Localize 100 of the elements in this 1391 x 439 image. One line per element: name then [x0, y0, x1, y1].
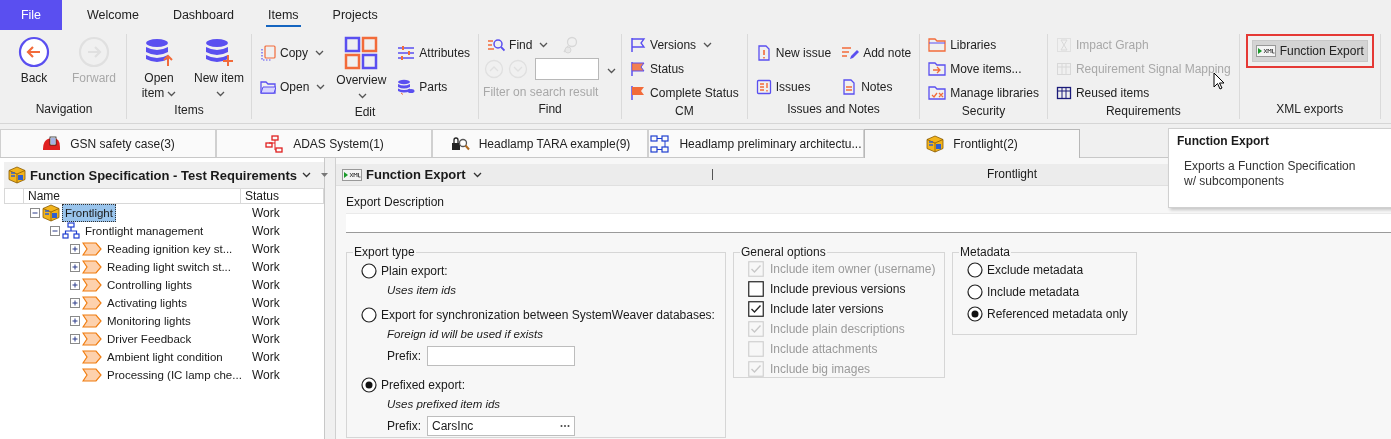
- folder-icon: [260, 79, 276, 95]
- expand-icon[interactable]: [70, 262, 80, 272]
- search-icon: [487, 38, 506, 52]
- more-icon: [560, 424, 570, 428]
- export-title[interactable]: Function Export: [342, 167, 712, 182]
- ribbon-button[interactable]: Parts: [393, 76, 452, 98]
- status-cell-text: Work: [251, 332, 280, 346]
- caret-icon: [703, 42, 713, 48]
- menu-tab[interactable]: Welcome: [72, 0, 154, 30]
- flag-icon: [630, 61, 647, 77]
- issue-list-icon: [755, 79, 772, 95]
- expand-icon[interactable]: [70, 244, 80, 254]
- tree-item[interactable]: Driver Feedback: [104, 330, 195, 348]
- flag-icon: [630, 37, 647, 53]
- hierarchy-icon: [62, 222, 80, 240]
- note-icon: [841, 79, 858, 95]
- checkbox-option[interactable]: Include later versions: [748, 299, 936, 319]
- ribbon-button[interactable]: Status: [626, 58, 689, 80]
- caret-icon: [607, 68, 617, 74]
- expand-icon[interactable]: [70, 316, 80, 326]
- note-edit-icon: [841, 45, 860, 61]
- ribbon-button[interactable]: Notes: [837, 76, 897, 98]
- description-field[interactable]: [346, 213, 1391, 233]
- ribbon-button[interactable]: Add note: [837, 42, 916, 64]
- ribbon-button[interactable]: Move items...: [924, 58, 1026, 80]
- folder-x-icon: [928, 85, 947, 101]
- group-label: XML exports: [1275, 102, 1345, 118]
- expand-icon[interactable]: [70, 298, 80, 308]
- tree-item[interactable]: Reading ignition key st...: [104, 240, 236, 258]
- folder-arrow-icon: [928, 61, 947, 77]
- file-menu-button[interactable]: File: [0, 0, 62, 30]
- radio-option[interactable]: Include metadata: [967, 281, 1128, 303]
- group-label: Requirements: [1104, 104, 1182, 119]
- prefix-field[interactable]: [427, 346, 575, 366]
- tree-item[interactable]: Reading light switch st...: [104, 258, 234, 276]
- ribbon-button[interactable]: Copy: [256, 42, 328, 64]
- tree-item[interactable]: Activating lights: [104, 294, 190, 312]
- menu-tab[interactable]: Projects: [317, 0, 393, 30]
- group-label: Find: [537, 102, 563, 118]
- document-tab[interactable]: Frontlight(2): [864, 129, 1080, 158]
- tree-item[interactable]: Monitoring lights: [104, 312, 194, 330]
- ribbon-button[interactable]: Attributes: [393, 42, 475, 64]
- database-icon: [397, 79, 416, 95]
- caret-icon: [316, 84, 326, 90]
- tree-item[interactable]: Ambient light condition: [104, 348, 226, 366]
- folder-icon: [928, 37, 947, 53]
- tree-item[interactable]: Frontlight: [62, 204, 116, 222]
- status-cell-text: Work: [251, 260, 280, 274]
- status-cell-text: Work: [251, 242, 280, 256]
- caret-icon: [302, 172, 311, 178]
- ribbon-button[interactable]: Open item: [131, 34, 187, 103]
- ribbon-button[interactable]: New issue: [751, 42, 836, 64]
- flag-icon: [630, 85, 647, 101]
- menu-tab[interactable]: Dashboard: [157, 0, 250, 30]
- document-tab[interactable]: Headlamp preliminary architectu...: [648, 129, 864, 157]
- column-header[interactable]: Name: [23, 189, 241, 203]
- document-tab[interactable]: GSN safety case(3): [0, 129, 216, 157]
- sliders-icon: [397, 45, 416, 61]
- ribbon-button[interactable]: Back: [6, 34, 62, 88]
- prefix-field[interactable]: CarsInc: [427, 416, 575, 436]
- table-icon: [1055, 85, 1072, 101]
- ribbon-button[interactable]: Reused items: [1051, 82, 1154, 104]
- expand-icon[interactable]: [70, 334, 80, 344]
- ribbon-button[interactable]: Issues: [751, 76, 815, 98]
- ribbon-button[interactable]: Complete Status: [626, 82, 743, 104]
- ribbon-button[interactable]: New item: [191, 34, 247, 103]
- ribbon-button[interactable]: Overview: [333, 34, 390, 105]
- copy-icon: [260, 45, 276, 61]
- status-cell-text: Work: [251, 206, 280, 220]
- collapse-icon[interactable]: [50, 226, 60, 236]
- radio-option[interactable]: Exclude metadata: [967, 259, 1128, 281]
- lock-search-icon: [449, 134, 470, 153]
- ribbon-button[interactable]: Libraries: [924, 34, 1001, 56]
- database-plus-icon: [203, 36, 235, 68]
- collapse-icon[interactable]: [30, 208, 40, 218]
- group-label: Items: [173, 103, 205, 119]
- tree-item[interactable]: Controlling lights: [104, 276, 195, 294]
- ribbon-button[interactable]: Manage libraries: [924, 82, 1043, 104]
- group-label: Security: [960, 104, 1007, 119]
- ribbon-button[interactable]: Versions: [626, 34, 717, 56]
- checkbox-option[interactable]: Include previous versions: [748, 279, 936, 299]
- status-cell-text: Work: [251, 224, 280, 238]
- radio-option[interactable]: Plain export:: [361, 261, 717, 281]
- xml-icon: [1255, 45, 1276, 57]
- ribbon-button[interactable]: Find: [483, 34, 553, 56]
- document-tab[interactable]: Headlamp TARA example(9): [432, 129, 648, 157]
- search-field[interactable]: [535, 58, 600, 80]
- ribbon-button[interactable]: Open: [256, 76, 330, 98]
- radio-option[interactable]: Prefixed export:: [361, 375, 717, 395]
- diagram-icon: [650, 134, 671, 153]
- hierarchy-icon: [264, 134, 285, 153]
- tree-item[interactable]: Processing (IC lamp che...: [104, 366, 245, 384]
- expand-icon[interactable]: [70, 280, 80, 290]
- column-header[interactable]: Status: [241, 189, 321, 203]
- menu-tab[interactable]: Items: [253, 0, 314, 30]
- radio-option[interactable]: Referenced metadata only: [967, 303, 1128, 325]
- document-tab[interactable]: ADAS System(1): [216, 129, 432, 157]
- tree-item[interactable]: Frontlight management: [82, 222, 207, 240]
- radio-option[interactable]: Export for synchronization between SystemWeaver databases:: [361, 305, 717, 325]
- caret-icon: [216, 90, 225, 97]
